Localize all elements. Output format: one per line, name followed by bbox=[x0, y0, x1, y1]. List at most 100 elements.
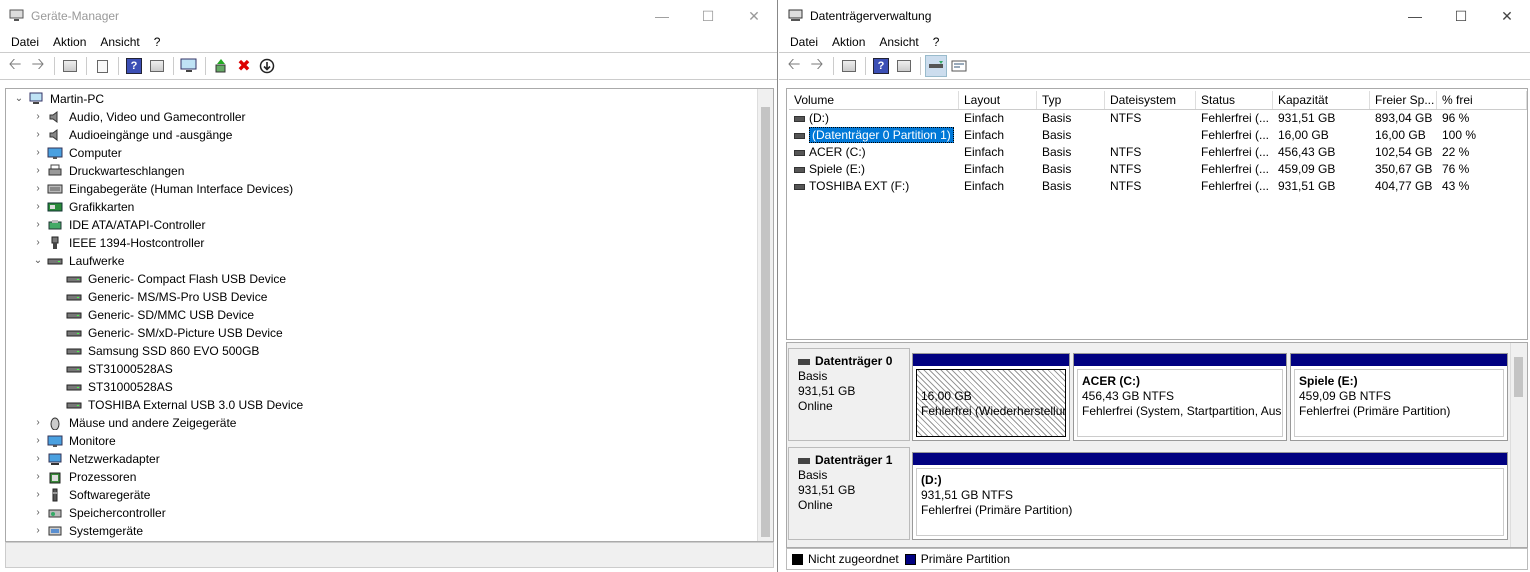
volume-cell-typ: Basis bbox=[1042, 162, 1072, 176]
partition-block[interactable]: (D:) 931,51 GB NTFS Fehlerfrei (Primäre Pa… bbox=[912, 452, 1508, 540]
expand-chevron-icon[interactable]: › bbox=[33, 108, 43, 126]
volume-cell-fs: NTFS bbox=[1110, 145, 1142, 159]
tree-category[interactable]: › Prozessoren bbox=[6, 468, 758, 486]
menu-datei[interactable]: Datei bbox=[783, 35, 825, 49]
tree-device[interactable]: ST31000528AS bbox=[6, 378, 758, 396]
column-header[interactable]: Freier Sp... bbox=[1370, 91, 1437, 109]
collapse-chevron-icon[interactable]: ⌄ bbox=[14, 90, 24, 108]
vertical-scrollbar[interactable] bbox=[757, 89, 773, 541]
tree-device[interactable]: Generic- SM/xD-Picture USB Device bbox=[6, 324, 758, 342]
menu-help[interactable]: ? bbox=[926, 35, 947, 49]
tree-category[interactable]: › Audioeingänge und -ausgänge bbox=[6, 126, 758, 144]
tree-category[interactable]: › Eingabegeräte (Human Interface Devices) bbox=[6, 180, 758, 198]
tree-device[interactable]: Generic- SD/MMC USB Device bbox=[6, 306, 758, 324]
show-hide-console-tree-icon[interactable] bbox=[838, 55, 860, 77]
disk-info[interactable]: Datenträger 1 Basis 931,51 GB Online bbox=[788, 447, 910, 540]
show-hide-console-tree-icon[interactable] bbox=[59, 55, 81, 77]
forward-arrow-icon[interactable]: 🡢 bbox=[806, 55, 828, 77]
uninstall-device-icon[interactable]: ✖ bbox=[233, 55, 255, 77]
volume-row[interactable]: (D:) Einfach Basis NTFS Fehlerfrei (... 931,5… bbox=[789, 110, 1527, 127]
scrollbar-thumb[interactable] bbox=[1514, 357, 1523, 397]
update-driver-icon[interactable] bbox=[210, 55, 232, 77]
disk-view-icon[interactable] bbox=[925, 55, 947, 77]
tree-category[interactable]: › Grafikkarten bbox=[6, 198, 758, 216]
expand-chevron-icon[interactable]: › bbox=[33, 216, 43, 234]
menu-aktion[interactable]: Aktion bbox=[46, 35, 93, 49]
tree-category[interactable]: › Computer bbox=[6, 144, 758, 162]
expand-chevron-icon[interactable]: › bbox=[33, 180, 43, 198]
minimize-button[interactable]: — bbox=[639, 0, 685, 32]
help-icon[interactable]: ? bbox=[870, 55, 892, 77]
partition-block[interactable]: Spiele (E:) 459,09 GB NTFS Fehlerfrei (Pri… bbox=[1290, 353, 1508, 441]
tree-device[interactable]: Generic- MS/MS-Pro USB Device bbox=[6, 288, 758, 306]
forward-arrow-icon[interactable]: 🡢 bbox=[27, 55, 49, 77]
column-header[interactable]: Kapazität bbox=[1273, 91, 1370, 109]
menu-ansicht[interactable]: Ansicht bbox=[872, 35, 925, 49]
column-header[interactable]: Dateisystem bbox=[1105, 91, 1196, 109]
tree-category[interactable]: › Netzwerkadapter bbox=[6, 450, 758, 468]
expand-chevron-icon[interactable]: › bbox=[33, 144, 43, 162]
settings-view-icon[interactable] bbox=[948, 55, 970, 77]
tree-category[interactable]: › Speichercontroller bbox=[6, 504, 758, 522]
scan-hardware-icon[interactable] bbox=[178, 55, 200, 77]
expand-chevron-icon[interactable]: › bbox=[33, 486, 43, 504]
vertical-scrollbar[interactable] bbox=[1510, 343, 1527, 547]
column-header[interactable]: Volume bbox=[789, 91, 959, 109]
collapse-chevron-icon[interactable]: ⌄ bbox=[33, 252, 43, 270]
tree-device[interactable]: ST31000528AS bbox=[6, 360, 758, 378]
expand-chevron-icon[interactable]: › bbox=[33, 162, 43, 180]
back-arrow-icon[interactable]: 🡠 bbox=[4, 55, 26, 77]
partition-block[interactable]: 16,00 GB Fehlerfrei (Wiederherstellun bbox=[912, 353, 1070, 441]
back-arrow-icon[interactable]: 🡠 bbox=[783, 55, 805, 77]
properties-icon[interactable] bbox=[91, 55, 113, 77]
menu-datei[interactable]: Datei bbox=[4, 35, 46, 49]
action-pane-icon[interactable] bbox=[893, 55, 915, 77]
tree-category[interactable]: › Audio, Video und Gamecontroller bbox=[6, 108, 758, 126]
tree-category[interactable]: › Druckwarteschlangen bbox=[6, 162, 758, 180]
tree-category[interactable]: › Softwaregeräte bbox=[6, 486, 758, 504]
expand-chevron-icon[interactable]: › bbox=[33, 198, 43, 216]
column-header[interactable]: Typ bbox=[1037, 91, 1105, 109]
device-manager-titlebar[interactable]: Geräte-Manager — ☐ ✕ bbox=[0, 0, 777, 32]
volume-row[interactable]: (Datenträger 0 Partition 1) Einfach Basis F… bbox=[789, 127, 1527, 144]
help-icon[interactable]: ? bbox=[123, 55, 145, 77]
partition-block[interactable]: ACER (C:) 456,43 GB NTFS Fehlerfrei (Syste… bbox=[1073, 353, 1287, 441]
scrollbar-thumb[interactable] bbox=[761, 107, 770, 537]
expand-chevron-icon[interactable]: › bbox=[33, 522, 43, 540]
tree-category[interactable]: › Systemgeräte bbox=[6, 522, 758, 540]
column-header[interactable]: % frei bbox=[1437, 91, 1527, 109]
expand-chevron-icon[interactable]: › bbox=[33, 468, 43, 486]
menu-help[interactable]: ? bbox=[147, 35, 168, 49]
menu-ansicht[interactable]: Ansicht bbox=[93, 35, 146, 49]
disable-device-icon[interactable] bbox=[256, 55, 278, 77]
expand-chevron-icon[interactable]: › bbox=[33, 414, 43, 432]
close-button[interactable]: ✕ bbox=[1484, 0, 1530, 32]
column-header[interactable]: Layout bbox=[959, 91, 1037, 109]
expand-chevron-icon[interactable]: › bbox=[33, 432, 43, 450]
tree-category[interactable]: › IEEE 1394-Hostcontroller bbox=[6, 234, 758, 252]
volume-row[interactable]: TOSHIBA EXT (F:) Einfach Basis NTFS Fehlerfr… bbox=[789, 178, 1527, 195]
tree-root-computer[interactable]: ⌄ Martin-PC bbox=[6, 90, 758, 108]
action-pane-icon[interactable] bbox=[146, 55, 168, 77]
tree-device[interactable]: Samsung SSD 860 EVO 500GB bbox=[6, 342, 758, 360]
expand-chevron-icon[interactable]: › bbox=[33, 504, 43, 522]
disk-info[interactable]: Datenträger 0 Basis 931,51 GB Online bbox=[788, 348, 910, 441]
tree-device[interactable]: TOSHIBA External USB 3.0 USB Device bbox=[6, 396, 758, 414]
minimize-button[interactable]: — bbox=[1392, 0, 1438, 32]
maximize-button[interactable]: ☐ bbox=[1438, 0, 1484, 32]
tree-category[interactable]: ⌄ Laufwerke bbox=[6, 252, 758, 270]
expand-chevron-icon[interactable]: › bbox=[33, 450, 43, 468]
tree-category[interactable]: › Monitore bbox=[6, 432, 758, 450]
expand-chevron-icon[interactable]: › bbox=[33, 126, 43, 144]
column-header[interactable]: Status bbox=[1196, 91, 1273, 109]
tree-category[interactable]: › Mäuse und andere Zeigegeräte bbox=[6, 414, 758, 432]
volume-row[interactable]: Spiele (E:) Einfach Basis NTFS Fehlerfrei (.… bbox=[789, 161, 1527, 178]
disk-management-titlebar[interactable]: Datenträgerverwaltung — ☐ ✕ bbox=[779, 0, 1530, 32]
volume-row[interactable]: ACER (C:) Einfach Basis NTFS Fehlerfrei (...… bbox=[789, 144, 1527, 161]
close-button[interactable]: ✕ bbox=[731, 0, 777, 32]
expand-chevron-icon[interactable]: › bbox=[33, 234, 43, 252]
tree-category[interactable]: › IDE ATA/ATAPI-Controller bbox=[6, 216, 758, 234]
tree-device[interactable]: Generic- Compact Flash USB Device bbox=[6, 270, 758, 288]
menu-aktion[interactable]: Aktion bbox=[825, 35, 872, 49]
maximize-button[interactable]: ☐ bbox=[685, 0, 731, 32]
